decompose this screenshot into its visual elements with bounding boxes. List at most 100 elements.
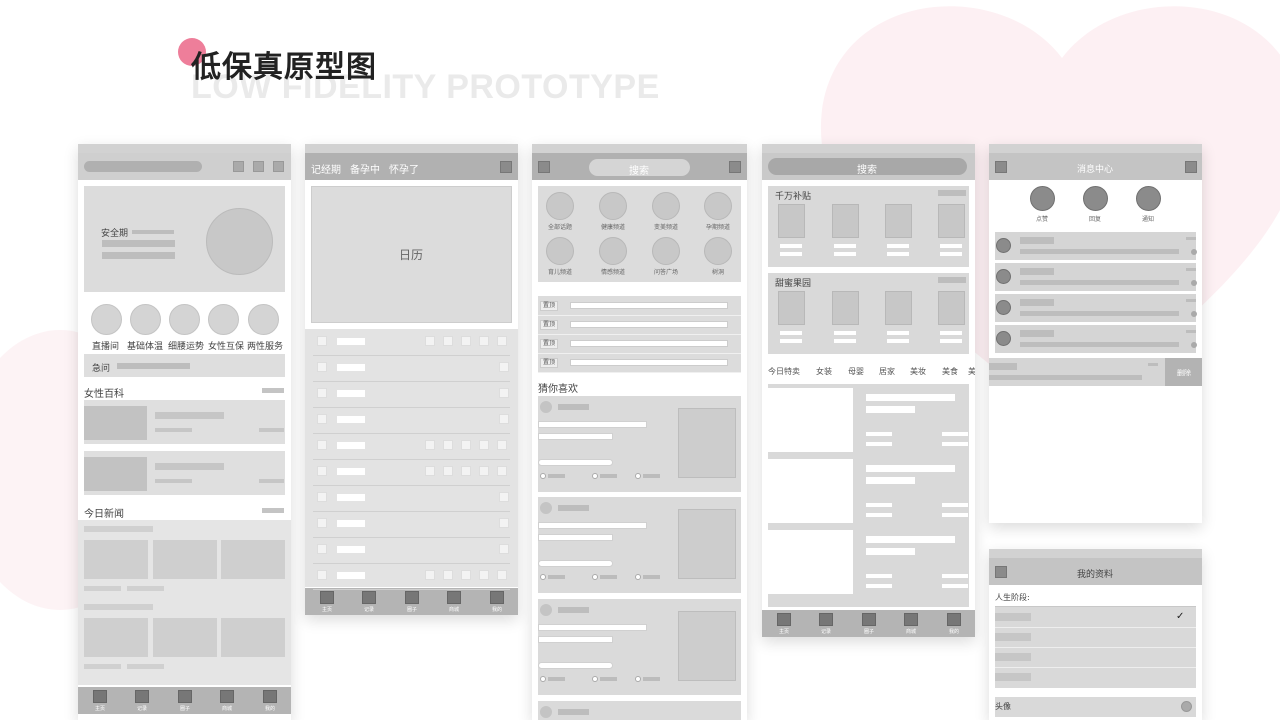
back-icon[interactable]: [538, 161, 550, 173]
record-checkbox[interactable]: [317, 336, 327, 346]
pinned-title[interactable]: [570, 340, 728, 347]
record-checkbox[interactable]: [317, 570, 327, 580]
pinned-title[interactable]: [570, 359, 728, 366]
channel-icon[interactable]: [599, 192, 627, 220]
option-box[interactable]: [443, 336, 453, 346]
tab-circle[interactable]: 圈子: [395, 588, 429, 615]
tab-record[interactable]: 记录: [352, 588, 386, 615]
arrow-box[interactable]: [499, 518, 509, 528]
option-box[interactable]: [443, 440, 453, 450]
category-icon[interactable]: [248, 304, 279, 335]
product-image[interactable]: [938, 204, 965, 238]
feed-image[interactable]: [768, 459, 853, 523]
option-box[interactable]: [425, 466, 435, 476]
news-image[interactable]: [84, 540, 148, 579]
nav-tab-prepare[interactable]: 备孕中: [350, 161, 380, 176]
record-checkbox[interactable]: [317, 466, 327, 476]
channel-icon[interactable]: [704, 192, 732, 220]
news-image[interactable]: [221, 618, 285, 657]
record-checkbox[interactable]: [317, 518, 327, 528]
record-checkbox[interactable]: [317, 492, 327, 502]
arrow-box[interactable]: [499, 492, 509, 502]
tab-mall[interactable]: 商城: [894, 610, 928, 637]
category-icon[interactable]: [130, 304, 161, 335]
option-box[interactable]: [479, 570, 489, 580]
channel-icon[interactable]: [704, 237, 732, 265]
product-image[interactable]: [938, 291, 965, 325]
arrow-box[interactable]: [499, 362, 509, 372]
product-image[interactable]: [832, 204, 859, 238]
option-row[interactable]: [995, 627, 1196, 628]
tab-circle[interactable]: 圈子: [168, 687, 202, 714]
record-checkbox[interactable]: [317, 414, 327, 424]
channel-icon[interactable]: [546, 192, 574, 220]
news-image[interactable]: [221, 540, 285, 579]
option-box[interactable]: [497, 440, 507, 450]
category-tab[interactable]: 今日特卖: [768, 366, 800, 377]
option-box[interactable]: [479, 466, 489, 476]
avatar-row[interactable]: [995, 697, 1196, 717]
feed-image[interactable]: [768, 530, 853, 594]
tab-home[interactable]: 主页: [83, 687, 117, 714]
channel-icon[interactable]: [652, 237, 680, 265]
category-tab[interactable]: 美食: [942, 366, 958, 377]
like-icon[interactable]: [1030, 186, 1055, 211]
channel-icon[interactable]: [546, 237, 574, 265]
tab-mine[interactable]: 我的: [937, 610, 971, 637]
record-checkbox[interactable]: [317, 440, 327, 450]
option-box[interactable]: [443, 466, 453, 476]
category-icon[interactable]: [169, 304, 200, 335]
back-icon[interactable]: [995, 566, 1007, 578]
option-box[interactable]: [461, 440, 471, 450]
arrow-box[interactable]: [499, 544, 509, 554]
menu-icon[interactable]: [273, 161, 284, 172]
channel-icon[interactable]: [652, 192, 680, 220]
product-image[interactable]: [832, 291, 859, 325]
category-tab[interactable]: 女装: [816, 366, 832, 377]
option-box[interactable]: [461, 466, 471, 476]
back-icon[interactable]: [995, 161, 1007, 173]
news-image[interactable]: [153, 618, 217, 657]
tab-home[interactable]: 主页: [310, 588, 344, 615]
product-image[interactable]: [778, 291, 805, 325]
message-icon[interactable]: [253, 161, 264, 172]
category-tab[interactable]: 母婴: [848, 366, 864, 377]
category-tab[interactable]: 居家: [879, 366, 895, 377]
record-checkbox[interactable]: [317, 362, 327, 372]
product-image[interactable]: [885, 204, 912, 238]
category-tab[interactable]: 美: [968, 366, 975, 377]
more-link[interactable]: [938, 190, 966, 196]
option-box[interactable]: [479, 440, 489, 450]
category-tab[interactable]: 美妆: [910, 366, 926, 377]
tab-record[interactable]: 记录: [125, 687, 159, 714]
record-checkbox[interactable]: [317, 544, 327, 554]
tab-mine[interactable]: 我的: [253, 687, 287, 714]
option-box[interactable]: [497, 336, 507, 346]
arrow-box[interactable]: [499, 414, 509, 424]
publish-icon[interactable]: [729, 161, 741, 173]
search-input[interactable]: [84, 161, 202, 172]
feed-image[interactable]: [768, 388, 853, 452]
option-box[interactable]: [497, 570, 507, 580]
option-row[interactable]: [995, 667, 1196, 668]
arrow-box[interactable]: [499, 388, 509, 398]
option-box[interactable]: [479, 336, 489, 346]
reply-icon[interactable]: [1083, 186, 1108, 211]
tab-mine[interactable]: 我的: [480, 588, 514, 615]
more-link[interactable]: [938, 277, 966, 283]
tab-mall[interactable]: 商城: [437, 588, 471, 615]
tab-home[interactable]: 主页: [767, 610, 801, 637]
product-image[interactable]: [885, 291, 912, 325]
tab-circle[interactable]: 圈子: [852, 610, 886, 637]
option-box[interactable]: [461, 570, 471, 580]
channel-icon[interactable]: [599, 237, 627, 265]
nav-tab-pregnant[interactable]: 怀孕了: [389, 161, 419, 176]
notice-icon[interactable]: [1136, 186, 1161, 211]
settings-icon[interactable]: [1185, 161, 1197, 173]
record-checkbox[interactable]: [317, 388, 327, 398]
news-image[interactable]: [153, 540, 217, 579]
nav-tab-period[interactable]: 记经期: [311, 161, 341, 176]
option-box[interactable]: [425, 336, 435, 346]
option-row[interactable]: [995, 606, 1196, 607]
pinned-title[interactable]: [570, 302, 728, 309]
